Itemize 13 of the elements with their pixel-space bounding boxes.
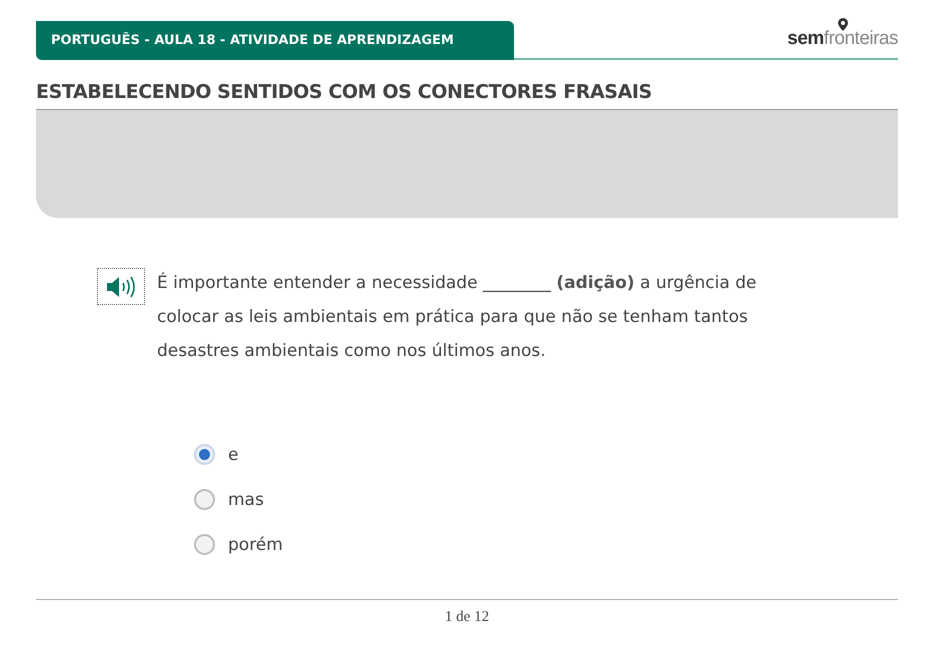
speaker-icon — [106, 276, 136, 298]
logo: semfronteiras — [787, 29, 898, 48]
radio-button[interactable] — [194, 444, 215, 465]
radio-button[interactable] — [194, 534, 215, 555]
map-pin-icon — [838, 18, 848, 31]
audio-button[interactable] — [97, 268, 145, 305]
radio-button[interactable] — [194, 489, 215, 510]
option-label[interactable]: mas — [228, 490, 264, 510]
course-title-bar: PORTUGUÊS - AULA 18 - ATIVIDADE DE APRENDIZAGEM — [36, 21, 514, 60]
page-indicator: 1 de 12 — [444, 609, 490, 626]
question-text: É importante entender a necessidade ________ (adição) a urgência de colocar as leis ambientais em prática para que não se tenham tantos desastres ambientais como nos últimos anos. — [157, 271, 758, 363]
option-label[interactable]: e — [228, 444, 238, 464]
option-label[interactable]: porém — [228, 534, 283, 554]
